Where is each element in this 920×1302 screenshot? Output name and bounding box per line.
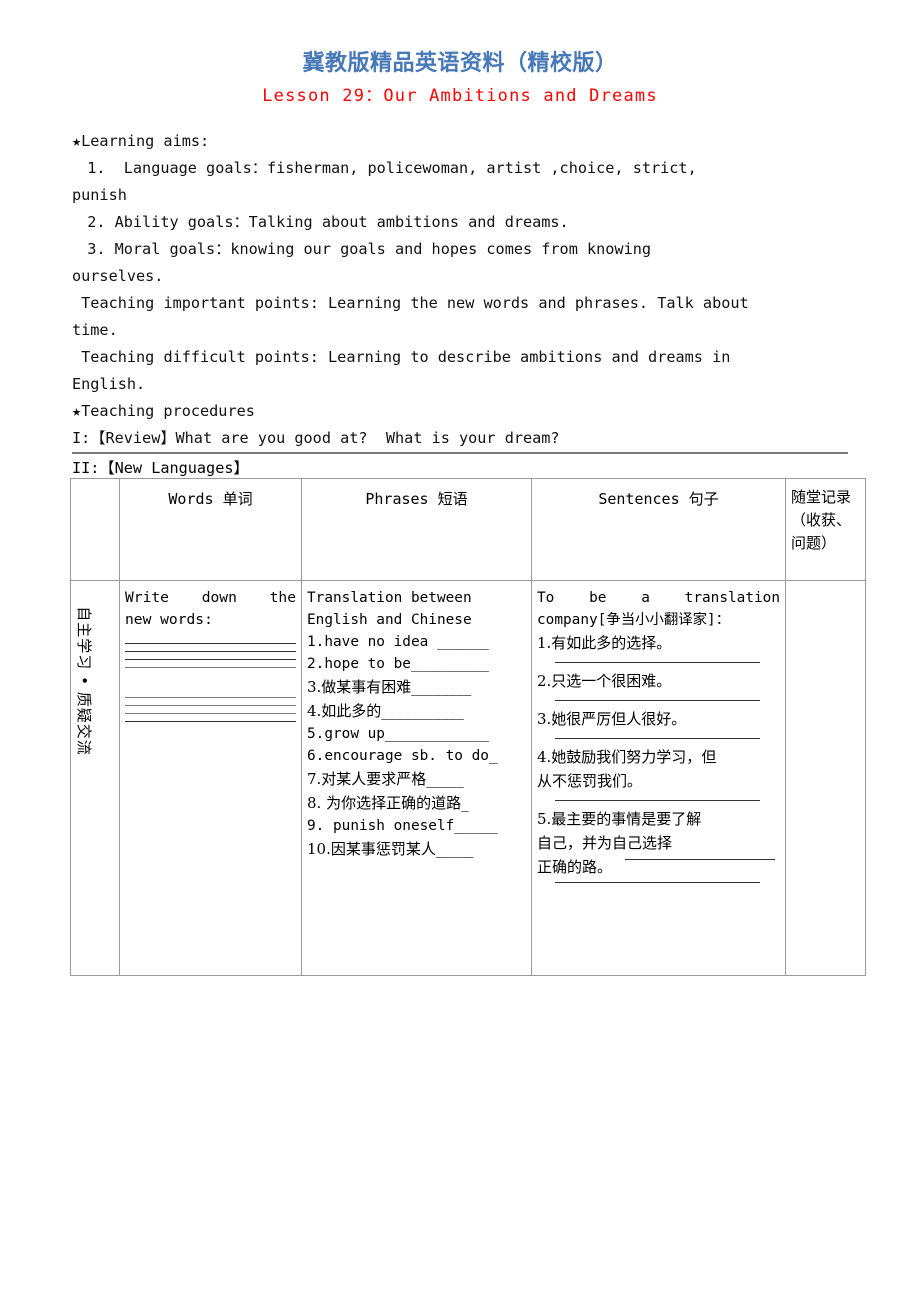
phrase-item[interactable]: 6.encourage sb. to do_ (307, 745, 526, 767)
blank-line[interactable] (125, 667, 296, 668)
row-label-cell: 自主学习 • 质疑交流 (70, 580, 120, 976)
phrase-item[interactable]: 2.hope to be_________ (307, 653, 526, 675)
learning-aims-item-1-cont: punish (72, 186, 127, 204)
table-content-row: 自主学习 • 质疑交流 Write down the new words: Tr… (70, 580, 866, 976)
answer-blank-line[interactable] (555, 700, 760, 701)
teaching-important-points-cont: time. (72, 321, 118, 339)
teaching-difficult-points: Teaching difficult points: Learning to d… (72, 348, 731, 366)
blank-line[interactable] (125, 697, 296, 698)
phrase-item[interactable]: 5.grow up____________ (307, 723, 526, 745)
sentence-item-line[interactable]: 自己，并为自己选择 (537, 831, 780, 855)
words-cell[interactable]: Write down the new words: (119, 580, 302, 976)
phrase-item[interactable]: 1.have no idea ______ (307, 631, 526, 653)
blank-line[interactable] (125, 659, 296, 660)
sentence-item[interactable]: 2.只选一个很困难。 (537, 669, 780, 693)
sentence-item-line[interactable]: 5.最主要的事情是要了解 (537, 807, 780, 831)
new-languages-table: Words 单词 Phrases 短语 Sentences 句子 随堂记录（收获… (70, 478, 866, 976)
phrase-item[interactable]: 3.做某事有困难________ (307, 675, 526, 699)
phrases-intro-line2: English and Chinese (307, 612, 472, 628)
table-header-words: Words 单词 (119, 478, 302, 581)
section-divider (72, 452, 848, 454)
teaching-difficult-points-cont: English. (72, 375, 146, 393)
blank-line[interactable] (125, 721, 296, 722)
sentence-item[interactable]: 1.有如此多的选择。 (537, 631, 780, 655)
words-blank-lines-group-1[interactable] (125, 643, 296, 668)
teaching-procedures-heading: ★Teaching procedures (72, 402, 255, 420)
answer-blank-line[interactable] (555, 882, 760, 883)
words-prompt-line2: new words: (125, 611, 213, 628)
sentences-intro-line1: To be a translation (537, 590, 780, 606)
blank-line[interactable] (125, 643, 296, 644)
notes-cell[interactable] (785, 580, 866, 976)
phrase-item[interactable]: 4.如此多的___________ (307, 699, 526, 723)
phrase-item[interactable]: 8. 为你选择正确的道路_ (307, 791, 526, 815)
learning-aims-item-3-cont: ourselves. (72, 267, 164, 285)
phrase-item[interactable]: 7.对某人要求严格_____ (307, 767, 526, 791)
table-header-sentences: Sentences 句子 (531, 478, 786, 581)
document-page: 冀教版精品英语资料（精校版） Lesson 29：Our Ambitions a… (0, 0, 920, 1302)
sentences-cell[interactable]: To be a translation company[争当小小翻译家]： 1.… (531, 580, 786, 976)
blank-line[interactable] (125, 651, 296, 652)
answer-blank-line[interactable] (555, 738, 760, 739)
learning-aims-item-2: 2. Ability goals：Talking about ambitions… (72, 213, 569, 231)
publisher-heading: 冀教版精品英语资料（精校版） (302, 50, 618, 76)
blank-line[interactable] (125, 713, 296, 714)
blank-line[interactable] (125, 705, 296, 706)
learning-aims-item-3: 3. Moral goals：knowing our goals and hop… (72, 240, 651, 258)
table-header-phrases: Phrases 短语 (301, 478, 532, 581)
phrases-intro-line1: Translation between (307, 590, 472, 606)
words-prompt-line1: Write down the (125, 589, 296, 606)
phrase-item[interactable]: 9. punish oneself_____ (307, 815, 526, 837)
row-label-vertical-text: 自主学习 • 质疑交流 (75, 606, 93, 756)
table-header-blank (70, 478, 120, 581)
lesson-body-text: ★Learning aims: 1. Language goals：fisher… (72, 128, 847, 452)
lesson-title: Lesson 29：Our Ambitions and Dreams (262, 86, 658, 106)
sentences-intro-line2: company[争当小小翻译家]： (537, 612, 731, 628)
answer-blank-line[interactable] (555, 662, 760, 663)
teaching-important-points: Teaching important points: Learning the … (72, 294, 749, 312)
words-spacer (125, 675, 296, 697)
answer-blank-line[interactable] (625, 859, 775, 860)
sentence-item-line[interactable]: 4.她鼓励我们努力学习，但 (537, 745, 780, 769)
procedure-step-review: I:【Review】What are you good at? What is … (72, 429, 560, 447)
table-header-row: Words 单词 Phrases 短语 Sentences 句子 随堂记录（收获… (70, 478, 866, 581)
answer-blank-line[interactable] (555, 800, 760, 801)
phrases-cell[interactable]: Translation between English and Chinese … (301, 580, 532, 976)
table-header-notes: 随堂记录（收获、问题） (785, 478, 866, 581)
learning-aims-item-1: 1. Language goals：fisherman, policewoman… (72, 159, 697, 177)
words-blank-lines-group-2[interactable] (125, 697, 296, 722)
sentence-item[interactable]: 3.她很严厉但人很好。 (537, 707, 780, 731)
sentence-item-line[interactable]: 从不惩罚我们。 (537, 769, 780, 793)
learning-aims-heading: ★Learning aims: (72, 132, 210, 150)
phrase-item[interactable]: 10.因某事惩罚某人_____ (307, 837, 526, 861)
